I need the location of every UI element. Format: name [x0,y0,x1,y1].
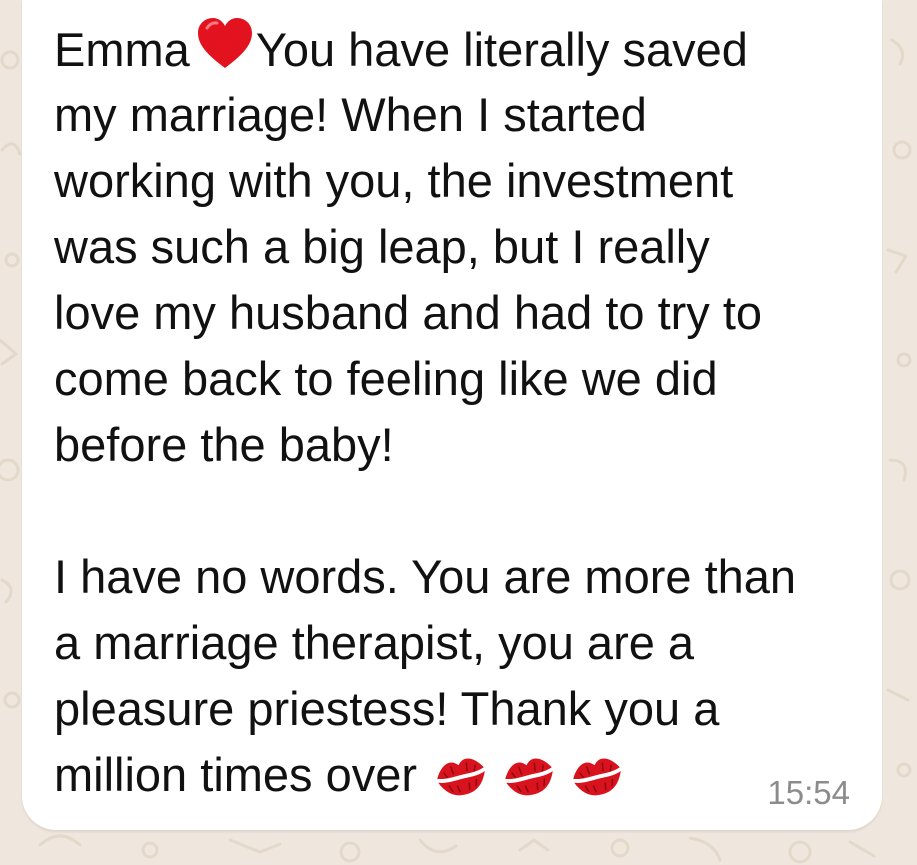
message-text: my marriage! When I started [54,88,647,141]
red-heart-icon [197,18,252,68]
message-text: I have no words. You are more than [54,550,797,603]
kiss-mark-icon [505,758,553,796]
message-line: was such a big leap, but I really [54,214,710,280]
message-line: before the baby! [54,412,394,478]
kiss-mark-icon [437,758,485,796]
message-text: You have literally saved [255,23,748,76]
message-timestamp: 15:54 [767,774,850,811]
message-text: love my husband and had to try to [54,286,763,339]
message-text: pleasure priestess! Thank you a [54,682,720,735]
message-bubble[interactable]: Emma You have literally saved my marriag… [22,0,882,830]
message-text: million times over [54,748,418,801]
message-line: a marriage therapist, you are a [54,610,694,676]
message-text: come back to feeling like we did [54,352,718,405]
message-text: working with you, the investment [54,154,734,207]
message-line: I have no words. You are more than [54,544,796,610]
message-line: million times over [54,742,625,808]
message-line: pleasure priestess! Thank you a [54,676,719,742]
message-line: come back to feeling like we did [54,346,718,412]
message-text: Emma [54,23,190,76]
message-line: Emma You have literally saved [54,16,748,83]
message-line: my marriage! When I started [54,82,647,148]
kiss-mark-icon [573,758,621,796]
message-text: before the baby! [54,418,394,471]
message-line: working with you, the investment [54,148,733,214]
message-line: love my husband and had to try to [54,280,762,346]
message-text: was such a big leap, but I really [54,220,710,273]
message-text: a marriage therapist, you are a [54,616,695,669]
